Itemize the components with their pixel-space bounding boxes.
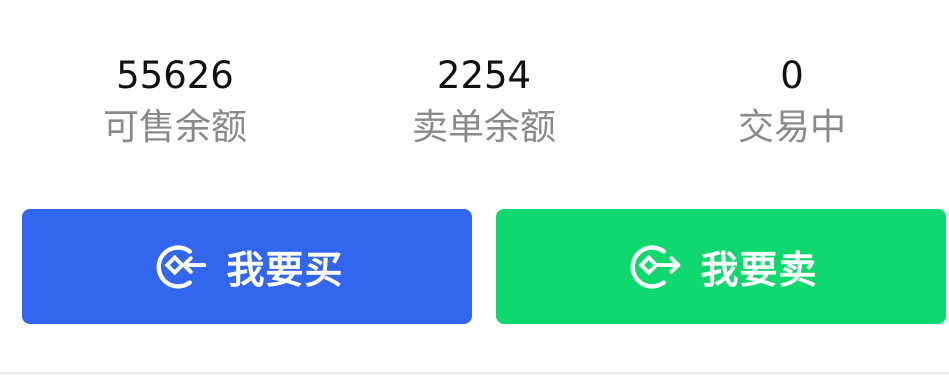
- stat-in-trade: 0 交易中: [642, 52, 942, 152]
- sell-button[interactable]: 我要卖: [496, 209, 946, 324]
- sell-order-balance-value: 2254: [436, 54, 532, 97]
- buy-button[interactable]: 我要买: [22, 209, 472, 324]
- available-balance-value: 55626: [116, 54, 234, 97]
- in-trade-label: 交易中: [737, 107, 846, 148]
- sell-button-label: 我要卖: [700, 248, 818, 292]
- balance-stats: 55626 可售余额 2254 卖单余额 0 交易中: [0, 52, 949, 162]
- coin-arrow-out-icon: [631, 245, 681, 288]
- sell-order-balance-label: 卖单余额: [411, 107, 556, 148]
- buy-button-label: 我要买: [226, 248, 344, 292]
- available-balance-label: 可售余额: [102, 107, 247, 148]
- stat-sell-order-balance: 2254 卖单余额: [334, 52, 634, 152]
- stat-available-balance: 55626 可售余额: [25, 52, 325, 152]
- coin-arrow-in-icon: [157, 245, 207, 288]
- in-trade-value: 0: [780, 54, 804, 97]
- trade-panel: 55626 可售余额 2254 卖单余额 0 交易中 我要买 我要卖: [0, 0, 949, 375]
